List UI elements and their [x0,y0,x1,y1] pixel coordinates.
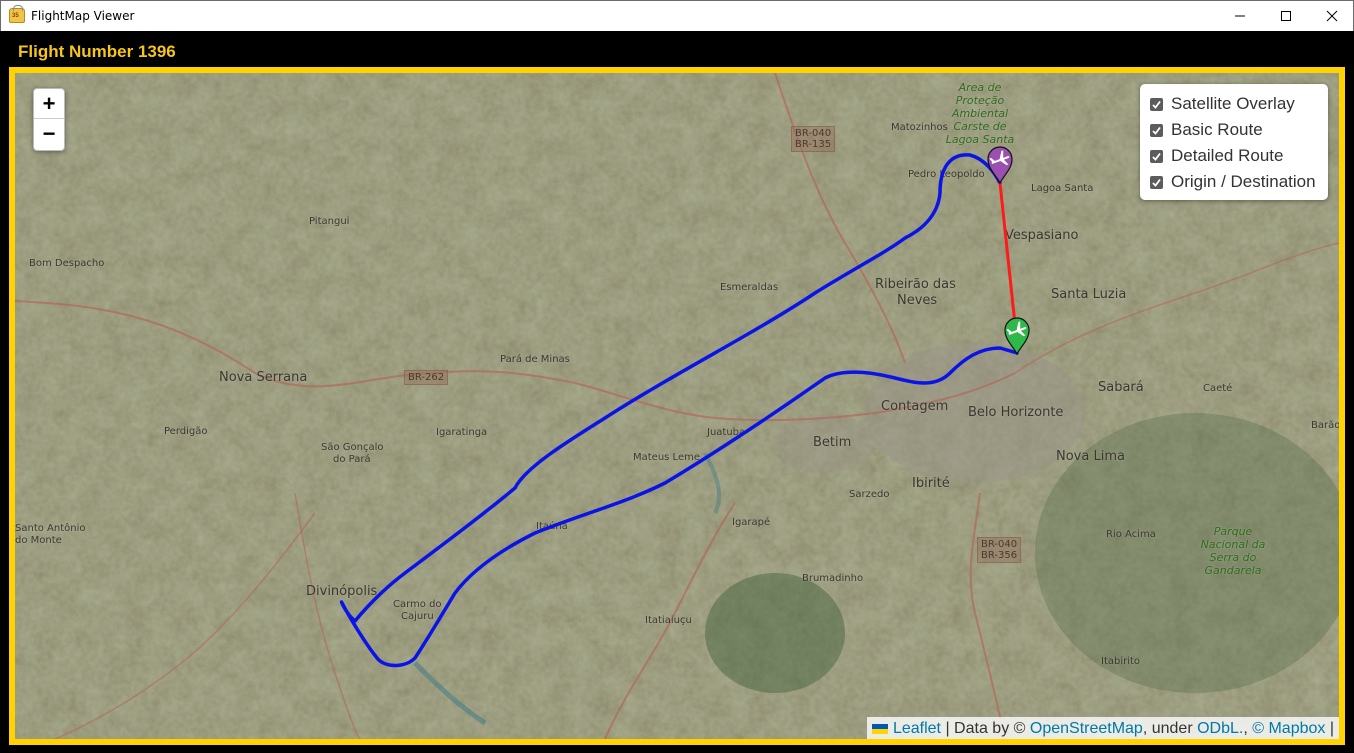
origin-pin [987,146,1013,185]
checkmark-icon [1152,126,1161,135]
suitcase-icon: 35 [9,5,25,23]
layer-label: Satellite Overlay [1171,94,1295,113]
attribution-text: | [1325,719,1334,737]
leaflet-link[interactable]: Leaflet [893,720,941,738]
checkbox-checked[interactable] [1150,149,1163,163]
layer-toggle-basic-route[interactable]: Basic Route [1150,117,1318,143]
destination-pin [1004,317,1030,356]
flight-title: Flight Number 1396 [18,42,176,61]
zoom-in-button[interactable]: + [34,89,64,119]
maximize-icon [1281,11,1291,21]
layer-toggle-detailed-route[interactable]: Detailed Route [1150,143,1318,169]
checkmark-icon [1152,152,1161,161]
checkbox-checked[interactable] [1150,175,1163,189]
attribution-text: , under [1142,719,1198,737]
window-title: FlightMap Viewer [31,9,135,23]
checkbox-checked[interactable] [1150,97,1163,111]
map-attribution: Leaflet | Data by © OpenStreetMap , unde… [866,717,1339,739]
checkbox-checked[interactable] [1150,123,1163,137]
close-icon [1326,10,1338,22]
layer-label: Origin / Destination [1171,172,1316,191]
detailed-route-line[interactable] [339,153,1019,668]
window-titlebar: 35 FlightMap Viewer [0,0,1354,31]
zoom-control: + − [33,88,65,151]
mapbox-link[interactable]: © Mapbox [1252,720,1325,738]
checkmark-icon [1152,178,1161,187]
close-button[interactable] [1309,1,1354,31]
minimize-icon [1235,15,1245,17]
layer-toggle-satellite-overlay[interactable]: Satellite Overlay [1150,91,1318,117]
minimize-button[interactable] [1217,1,1263,31]
checkmark-icon [1152,100,1161,109]
layer-control: Satellite Overlay Basic Route Detailed R… [1140,84,1328,200]
attribution-text: | Data by © [941,719,1030,737]
openstreetmap-link[interactable]: OpenStreetMap [1030,720,1143,738]
attribution-text: , [1243,719,1253,737]
zoom-out-button[interactable]: − [34,119,64,149]
flight-header: Flight Number 1396 [0,31,1354,67]
maximize-button[interactable] [1263,1,1309,31]
origin-marker[interactable] [987,146,1013,185]
ukraine-flag-icon [871,723,888,734]
layer-label: Detailed Route [1171,146,1284,165]
destination-marker[interactable] [1004,317,1030,356]
odbl-link[interactable]: ODbL. [1197,720,1243,738]
layer-toggle-origin-destination[interactable]: Origin / Destination [1150,169,1318,195]
layer-label: Basic Route [1171,120,1263,139]
map-container[interactable]: Area de Proteção Ambiental Carste de Lag… [9,67,1345,745]
